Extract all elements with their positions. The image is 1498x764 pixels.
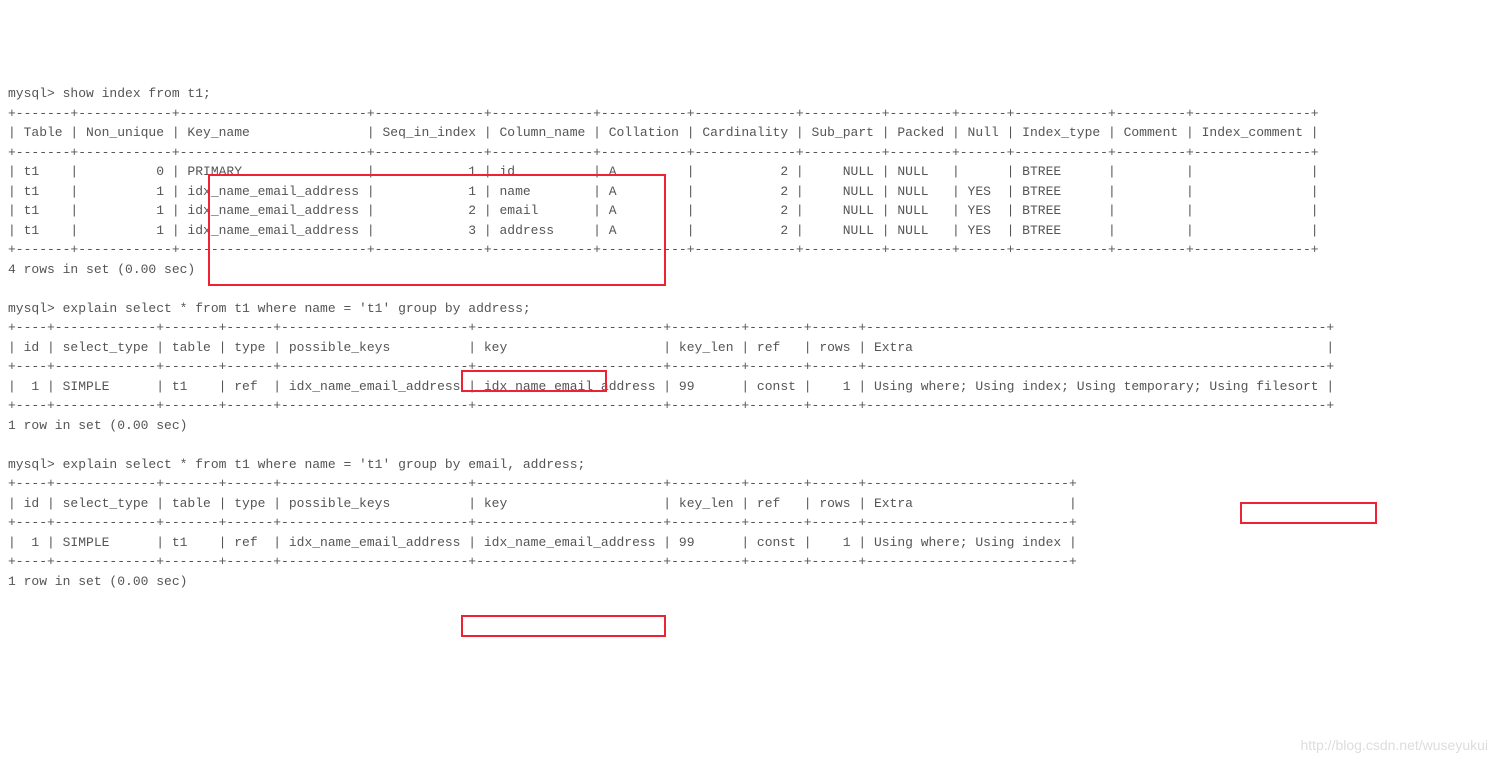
explain2-header: | id | select_type | table | type | poss… <box>8 496 1077 511</box>
table-separator: +----+-------------+-------+------+-----… <box>8 476 1077 491</box>
table-separator: +----+-------------+-------+------+-----… <box>8 398 1334 413</box>
show-index-result: 4 rows in set (0.00 sec) <box>8 262 195 277</box>
table-separator: +-------+------------+------------------… <box>8 242 1319 257</box>
table-separator: +----+-------------+-------+------+-----… <box>8 515 1077 530</box>
watermark-text: http://blog.csdn.net/wuseyukui <box>1300 735 1488 756</box>
explain2-result: 1 row in set (0.00 sec) <box>8 574 187 589</box>
sql-command-show-index: show index from t1; <box>63 86 211 101</box>
show-index-row-email: | t1 | 1 | idx_name_email_address | 2 | … <box>8 203 1319 218</box>
explain2-row: | 1 | SIMPLE | t1 | ref | idx_name_email… <box>8 535 1077 550</box>
table-separator: +----+-------------+-------+------+-----… <box>8 359 1334 374</box>
table-separator: +----+-------------+-------+------+-----… <box>8 320 1334 335</box>
show-index-row-address: | t1 | 1 | idx_name_email_address | 3 | … <box>8 223 1319 238</box>
table-separator: +----+-------------+-------+------+-----… <box>8 554 1077 569</box>
show-index-row-name: | t1 | 1 | idx_name_email_address | 1 | … <box>8 184 1319 199</box>
show-index-row-primary: | t1 | 0 | PRIMARY | 1 | id | A | 2 | NU… <box>8 164 1319 179</box>
sql-prompt-1: mysql> <box>8 86 63 101</box>
explain1-row: | 1 | SIMPLE | t1 | ref | idx_name_email… <box>8 379 1334 394</box>
show-index-header: | Table | Non_unique | Key_name | Seq_in… <box>8 125 1319 140</box>
sql-command-explain-2: explain select * from t1 where name = 't… <box>63 457 586 472</box>
explain1-result: 1 row in set (0.00 sec) <box>8 418 187 433</box>
sql-command-explain-1: explain select * from t1 where name = 't… <box>63 301 531 316</box>
using-temporary-box <box>1240 502 1377 524</box>
table-separator: +-------+------------+------------------… <box>8 106 1319 121</box>
sql-prompt-3: mysql> <box>8 457 63 472</box>
explain1-header: | id | select_type | table | type | poss… <box>8 340 1334 355</box>
table-separator: +-------+------------+------------------… <box>8 145 1319 160</box>
sql-prompt-2: mysql> <box>8 301 63 316</box>
group-by-email-address-box <box>461 615 666 637</box>
